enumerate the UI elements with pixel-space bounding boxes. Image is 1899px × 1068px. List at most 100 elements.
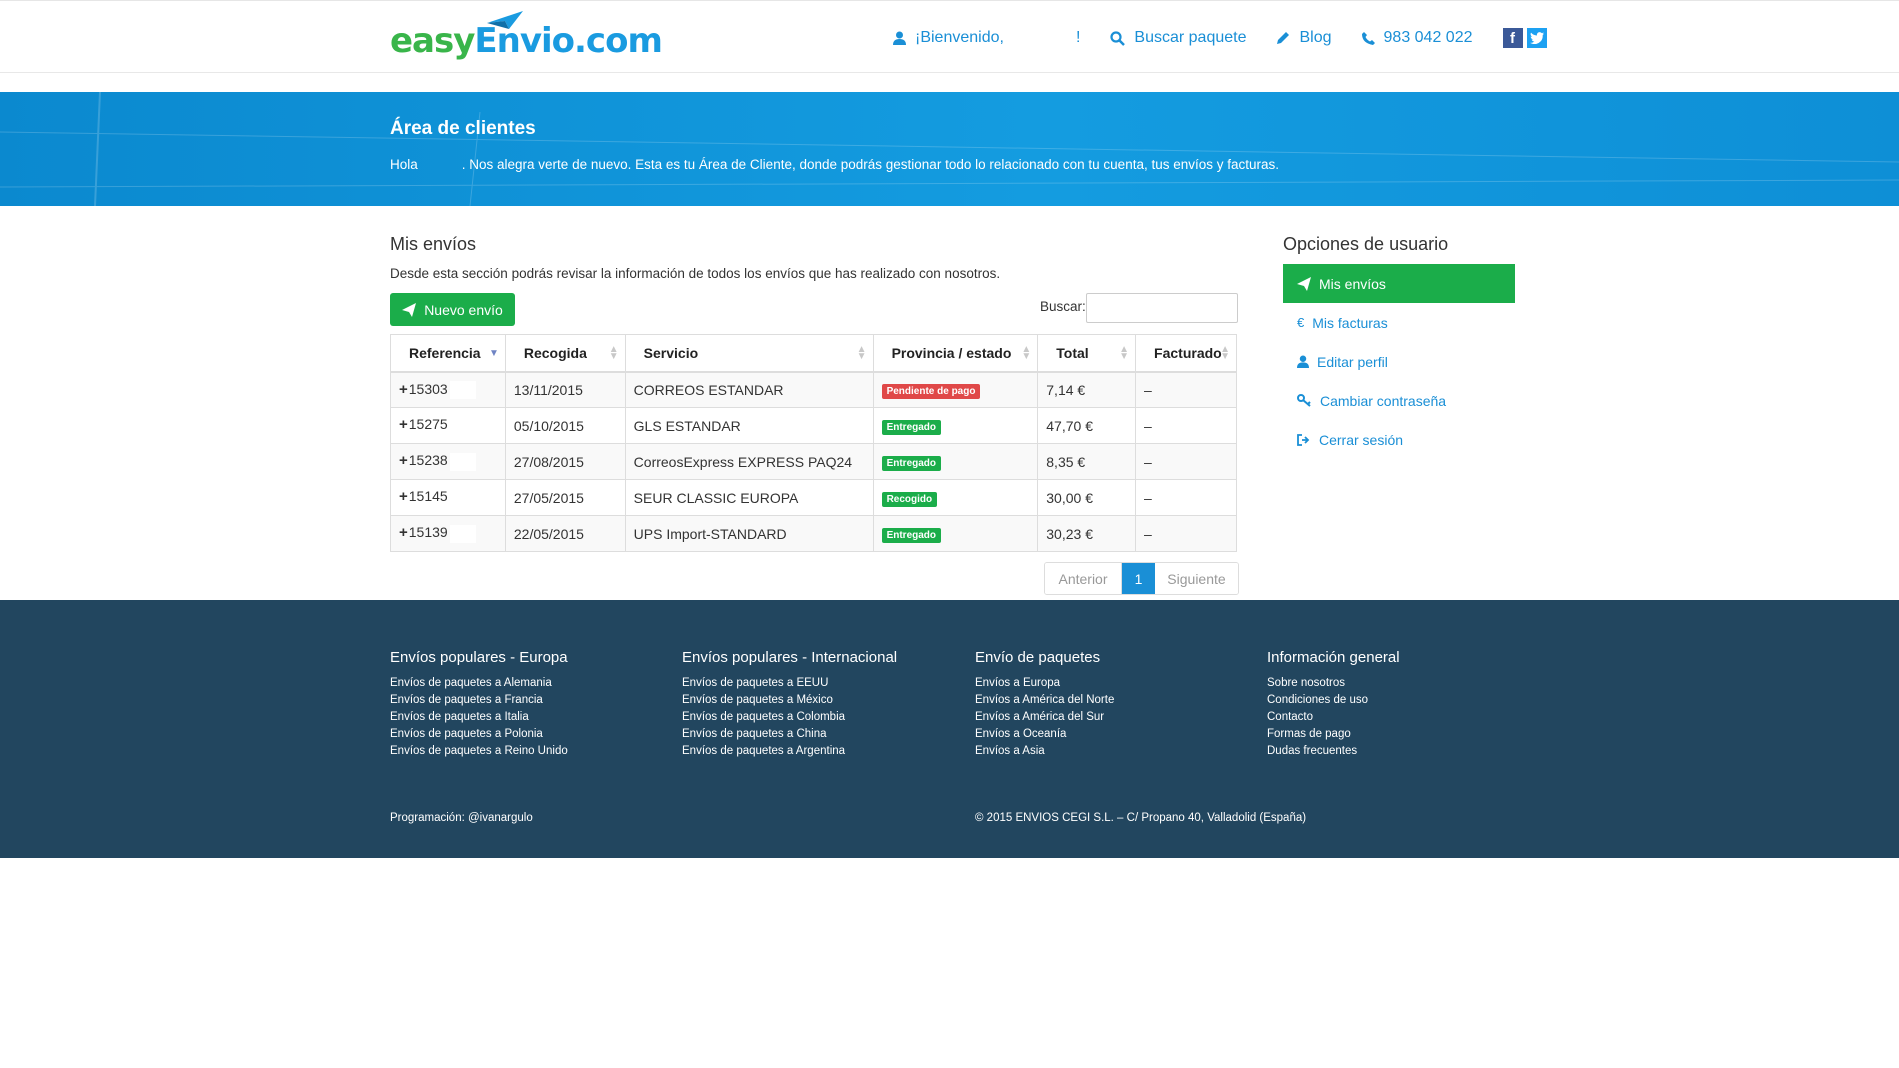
facebook-icon[interactable]: f <box>1502 28 1523 48</box>
pencil-icon <box>1277 32 1290 44</box>
new-shipment-button[interactable]: Nuevo envío <box>390 293 515 326</box>
greeting-start: Hola <box>390 157 418 172</box>
expand-plus-icon[interactable]: + <box>399 524 408 541</box>
footer-column-general-info: Información general Sobre nosotros Condi… <box>1267 649 1400 760</box>
sidebar-item-sign-out[interactable]: Cerrar sesión <box>1283 420 1515 459</box>
column-header-status[interactable]: Provincia / estado ▲ ▼ <box>872 334 1039 373</box>
page-title: Área de clientes <box>390 118 536 139</box>
footer-column-title: Envío de paquetes <box>975 649 1101 666</box>
pickup-date-cell: 27/05/2015 <box>504 479 626 516</box>
pagination-previous[interactable]: Anterior <box>1045 563 1122 594</box>
sidebar-item-my-invoices[interactable]: € Mis facturas <box>1283 303 1515 342</box>
footer-link[interactable]: Formas de pago <box>1267 726 1400 743</box>
billed-cell: – <box>1135 443 1237 480</box>
service-cell: CORREOS ESTANDAR <box>624 371 874 408</box>
reference-cell[interactable]: +15139 <box>390 515 506 552</box>
sidebar-item-my-shipments[interactable]: Mis envíos <box>1283 264 1515 303</box>
expand-plus-icon[interactable]: + <box>399 452 408 469</box>
table-row[interactable]: +15139 22/05/2015 UPS Import-STANDARD En… <box>390 515 1237 552</box>
table-row[interactable]: +15145 27/05/2015 SEUR CLASSIC EUROPA Re… <box>390 479 1237 516</box>
footer-link[interactable]: Envíos a América del Sur <box>975 709 1114 726</box>
reference-cell[interactable]: +15145 <box>390 479 506 516</box>
logo-envio-text: Envio.com <box>474 21 662 61</box>
footer-link[interactable]: Envíos a Asia <box>975 743 1114 760</box>
column-header-billed[interactable]: Facturado ▲ ▼ <box>1135 334 1237 373</box>
footer-link[interactable]: Envíos de paquetes a México <box>682 692 897 709</box>
column-header-service[interactable]: Servicio ▲ ▼ <box>624 334 874 373</box>
reference-redacted <box>449 488 476 507</box>
logo-easy-text: easy <box>390 21 475 61</box>
status-cell: Entregado <box>872 515 1039 552</box>
phone-number: 983 042 022 <box>1383 29 1473 46</box>
footer-link[interactable]: Envíos de paquetes a Reino Unido <box>390 743 568 760</box>
pagination-next[interactable]: Siguiente <box>1155 563 1238 594</box>
expand-plus-icon[interactable]: + <box>399 381 408 398</box>
paper-plane-icon <box>402 302 417 317</box>
billed-cell: – <box>1135 371 1237 408</box>
footer-credit[interactable]: Programación: @ivanargulo <box>390 812 533 824</box>
user-icon <box>893 31 906 45</box>
reference-cell[interactable]: +15275 <box>390 407 506 444</box>
footer-column-packages: Envío de paquetes Envíos a Europa Envíos… <box>975 649 1114 760</box>
twitter-icon[interactable] <box>1526 28 1547 48</box>
footer-link[interactable]: Envíos de paquetes a Francia <box>390 692 568 709</box>
footer-link[interactable]: Envíos a Oceanía <box>975 726 1114 743</box>
blog-link[interactable]: Blog <box>1276 29 1332 47</box>
footer-link[interactable]: Envíos de paquetes a EEUU <box>682 675 897 692</box>
table-row[interactable]: +15275 05/10/2015 GLS ESTANDAR Entregado… <box>390 407 1237 444</box>
column-header-total[interactable]: Total ▲ ▼ <box>1037 334 1137 373</box>
banner-background-decoration <box>0 92 1899 206</box>
footer-link[interactable]: Envíos de paquetes a Colombia <box>682 709 897 726</box>
sort-icon: ▲ ▼ <box>608 344 619 362</box>
user-options-title: Opciones de usuario <box>1283 234 1449 254</box>
pickup-date-cell: 05/10/2015 <box>504 407 626 444</box>
sign-out-icon <box>1297 433 1310 446</box>
search-package-label: Buscar paquete <box>1134 29 1247 46</box>
footer-link[interactable]: Envíos de paquetes a Alemania <box>390 675 568 692</box>
footer-link[interactable]: Envíos de paquetes a Argentina <box>682 743 897 760</box>
expand-plus-icon[interactable]: + <box>399 488 408 505</box>
footer-link[interactable]: Envíos de paquetes a China <box>682 726 897 743</box>
footer-link[interactable]: Envíos a Europa <box>975 675 1114 692</box>
footer-link[interactable]: Envíos de paquetes a Polonia <box>390 726 568 743</box>
table-row[interactable]: +15303 13/11/2015 CORREOS ESTANDAR Pendi… <box>390 371 1237 408</box>
expand-plus-icon[interactable]: + <box>399 416 408 433</box>
phone-link[interactable]: 983 042 022 <box>1361 29 1473 47</box>
footer-link[interactable]: Envíos de paquetes a Italia <box>390 709 568 726</box>
footer-link[interactable]: Dudas frecuentes <box>1267 743 1400 760</box>
table-search-input[interactable] <box>1086 293 1238 323</box>
service-cell: SEUR CLASSIC EUROPA <box>624 479 874 516</box>
footer-link[interactable]: Condiciones de uso <box>1267 692 1400 709</box>
footer-column-europe: Envíos populares - Europa Envíos de paqu… <box>390 649 568 760</box>
footer-column-title: Envíos populares - Europa <box>390 649 568 666</box>
search-package-link[interactable]: Buscar paquete <box>1110 29 1246 47</box>
billed-cell: – <box>1135 407 1237 444</box>
sort-icon: ▲ ▼ <box>856 344 867 362</box>
user-options-menu: Mis envíos € Mis facturas Editar perfil … <box>1283 264 1515 459</box>
sidebar-item-edit-profile[interactable]: Editar perfil <box>1283 342 1515 381</box>
status-cell: Pendiente de pago <box>872 371 1039 408</box>
status-badge: Pendiente de pago <box>881 383 981 399</box>
site-logo[interactable]: easyEnvio.com <box>390 7 663 67</box>
sort-icon: ▲ ▼ <box>1021 344 1032 362</box>
sort-desc-icon: ▼ <box>488 348 499 359</box>
footer-link[interactable]: Contacto <box>1267 709 1400 726</box>
welcome-link[interactable]: ¡Bienvenido, ! <box>893 29 1080 47</box>
search-label: Buscar: <box>1040 299 1086 314</box>
pagination-page-1[interactable]: 1 <box>1122 563 1155 594</box>
reference-cell[interactable]: +15238 <box>390 443 506 480</box>
pickup-date-cell: 22/05/2015 <box>504 515 626 552</box>
column-header-reference[interactable]: Referencia ▼ <box>390 334 506 373</box>
pickup-date-cell: 13/11/2015 <box>504 371 626 408</box>
sidebar-item-change-password[interactable]: Cambiar contraseña <box>1283 381 1515 420</box>
welcome-text: ¡Bienvenido, <box>915 29 1004 46</box>
table-row[interactable]: +15238 27/08/2015 CorreosExpress EXPRESS… <box>390 443 1237 480</box>
footer-link[interactable]: Sobre nosotros <box>1267 675 1400 692</box>
footer-link[interactable]: Envíos a América del Norte <box>975 692 1114 709</box>
top-header: easyEnvio.com ¡Bienvenido, ! Buscar paqu… <box>0 0 1899 73</box>
reference-cell[interactable]: +15303 <box>390 371 506 408</box>
column-header-pickup[interactable]: Recogida ▲ ▼ <box>504 334 626 373</box>
euro-icon: € <box>1297 315 1305 330</box>
greeting-text: Hola . Nos alegra verte de nuevo. Esta es… <box>390 157 1279 172</box>
reference-redacted <box>449 380 476 399</box>
